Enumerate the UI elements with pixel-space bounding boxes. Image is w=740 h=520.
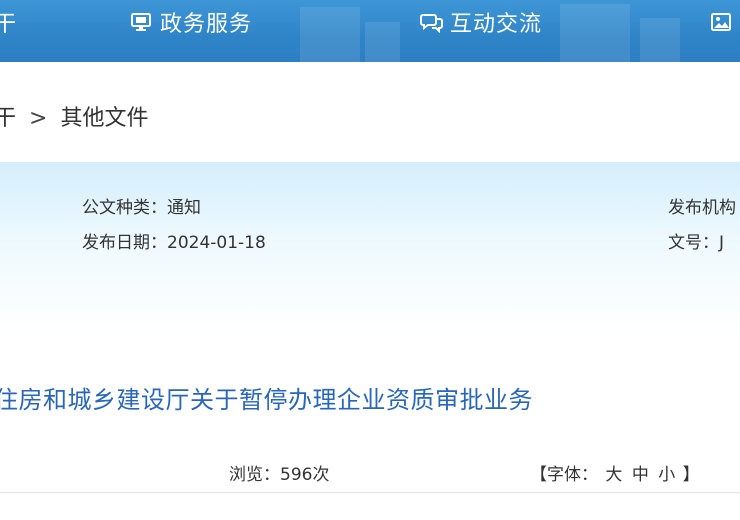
views-unit: 次 — [312, 465, 330, 485]
breadcrumb-prev[interactable]: 干 — [0, 106, 16, 131]
nav-item-label: 互动交流 — [450, 12, 543, 37]
nav-item-cut[interactable]: 干 — [0, 0, 17, 44]
publish-date-label: 发布日期： — [82, 233, 167, 253]
chat-icon — [420, 11, 443, 34]
nav-item-gov-service[interactable]: 政务服务 — [130, 0, 252, 44]
nav-item-interaction[interactable]: 互动交流 — [420, 0, 542, 44]
skyline-decoration — [640, 18, 680, 62]
issuer-label: 发布机构 — [668, 198, 736, 218]
top-nav: 干 政务服务 互动交流 — [0, 0, 740, 62]
divider — [0, 492, 740, 493]
nav-item-image[interactable] — [710, 0, 740, 44]
font-open-label: 【字体： — [530, 465, 598, 485]
skyline-decoration — [365, 22, 400, 62]
doc-number-label: 文号： — [668, 233, 719, 253]
view-count: 浏览：596次 — [229, 460, 329, 485]
breadcrumb-current[interactable]: 其他文件 — [60, 106, 148, 131]
font-size-control: 【字体： 大 中 小 】 — [530, 460, 700, 485]
nav-item-label: 干 — [0, 12, 18, 37]
monitor-icon — [130, 11, 152, 33]
views-label: 浏览： — [229, 465, 280, 485]
doc-type-label: 公文种类： — [82, 198, 167, 218]
publish-date-value: 2024-01-18 — [167, 233, 266, 253]
doc-type-value: 通知 — [167, 198, 201, 218]
font-medium-button[interactable]: 中 — [632, 465, 649, 485]
font-small-button[interactable]: 小 — [658, 465, 675, 485]
issuer-row: 发布机构 — [668, 193, 736, 218]
doc-number-row: 文号：J — [668, 228, 724, 253]
document-title: 住房和城乡建设厅关于暂停办理企业资质审批业务 — [0, 386, 533, 414]
views-count: 596 — [280, 465, 313, 485]
skyline-decoration — [560, 4, 630, 62]
doc-type-row: 公文种类：通知 — [82, 193, 201, 218]
nav-item-label: 政务服务 — [160, 12, 253, 37]
font-close-label: 】 — [682, 465, 700, 485]
font-large-button[interactable]: 大 — [605, 465, 622, 485]
breadcrumb-separator: > — [29, 106, 48, 131]
breadcrumb: 干 > 其他文件 — [0, 100, 148, 132]
publish-date-row: 发布日期：2024-01-18 — [82, 228, 266, 253]
doc-number-value: J — [719, 233, 725, 253]
skyline-decoration — [300, 7, 360, 62]
image-icon — [710, 11, 732, 33]
